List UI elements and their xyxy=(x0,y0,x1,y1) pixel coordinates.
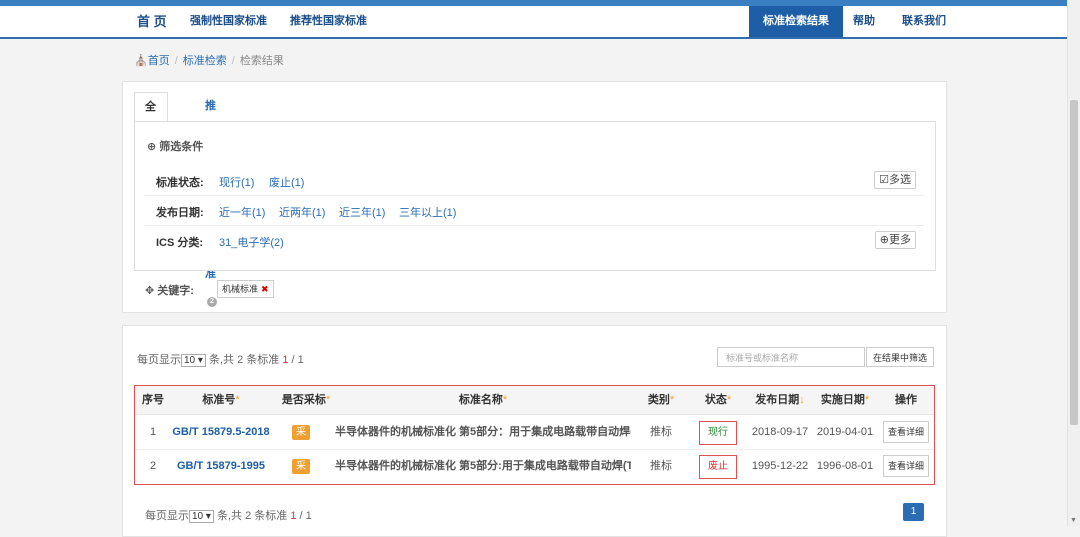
zoom-icon: ⊕ xyxy=(147,141,157,153)
scroll-down-arrow-icon[interactable]: ▼ xyxy=(1070,517,1077,524)
filter-option-ics-31[interactable]: 31_电子学(2) xyxy=(219,234,284,250)
home-icon: ⛪ xyxy=(134,55,148,67)
breadcrumb-search[interactable]: 标准检索 xyxy=(183,55,227,67)
std-name-link[interactable]: 半导体器件的机械标准化 第5部分：用于集成电路载带自动焊(T... xyxy=(335,415,631,449)
table-row: 1 GB/T 15879.5-2018 采 半导体器件的机械标准化 第5部分：用… xyxy=(135,415,934,450)
breadcrumb: ⛪首页 / 标准检索 / 检索结果 xyxy=(134,55,284,67)
page-size-select-bottom[interactable]: 10 ▾ xyxy=(189,510,214,523)
nav-home[interactable]: 首 页 xyxy=(137,6,167,37)
filter-row-ics: ICS 分类: 31_电子学(2) ⊕更多 xyxy=(144,226,924,255)
view-detail-button[interactable]: 查看详细 xyxy=(882,455,929,477)
filter-option-current[interactable]: 现行(1) xyxy=(219,174,254,190)
page-size-select[interactable]: 10 ▾ xyxy=(181,354,206,367)
nav-recommended-standards[interactable]: 推荐性国家标准 xyxy=(290,6,367,37)
view-detail-button[interactable]: 查看详细 xyxy=(882,421,929,443)
checkbox-icon: ☑ xyxy=(879,174,889,186)
more-button[interactable]: ⊕更多 xyxy=(874,231,916,249)
adopted-badge: 采 xyxy=(292,459,310,474)
breadcrumb-home[interactable]: ⛪首页 xyxy=(134,55,170,67)
nav-contact[interactable]: 联系我们 xyxy=(902,6,946,37)
filter-row-date: 发布日期: 近一年(1) 近两年(1) 近三年(1) 三年以上(1) xyxy=(144,196,924,226)
filter-option-2y[interactable]: 近两年(1) xyxy=(279,204,325,220)
scroll-thumb[interactable] xyxy=(1070,100,1078,425)
move-icon: ✥ xyxy=(145,285,155,297)
filter-in-results-button[interactable]: 在结果中筛选 xyxy=(866,347,934,367)
col-implement-date[interactable]: 实施日期* xyxy=(811,386,879,414)
col-std-no[interactable]: 标准号* xyxy=(171,386,271,414)
status-badge: 废止 xyxy=(699,455,737,479)
pager-bottom: 每页显示 10 ▾ 条,共 2 条标准 1 / 1 xyxy=(145,510,312,523)
tab-recommended[interactable]: 推荐性国家标准2 xyxy=(195,92,227,308)
result-search-input[interactable]: 标准号或标准名称 xyxy=(717,347,865,367)
status-badge: 现行 xyxy=(699,421,737,445)
filter-heading: ⊕ 筛选条件 xyxy=(147,141,204,153)
std-number-link[interactable]: GB/T 15879-1995 xyxy=(171,449,271,483)
keyword-label: ✥ 关键字: xyxy=(145,285,194,297)
col-publish-date[interactable]: 发布日期↓ xyxy=(749,386,811,414)
table-header: 序号 标准号* 是否采标* 标准名称* 类别* 状态* 发布日期↓ 实施日期* … xyxy=(135,386,934,415)
results-table: 序号 标准号* 是否采标* 标准名称* 类别* 状态* 发布日期↓ 实施日期* … xyxy=(134,385,935,485)
col-action: 操作 xyxy=(895,394,917,406)
current-page-number: 1 xyxy=(282,354,289,366)
multi-select-button[interactable]: ☑多选 xyxy=(874,171,916,189)
keyword-tag: 机械标准 ✖ xyxy=(217,280,274,298)
tab-all[interactable]: 全部2 xyxy=(134,92,168,169)
page-button-1[interactable]: 1 xyxy=(903,503,924,521)
pager-top: 每页显示 10 ▾ 条,共 2 条标准 1 / 1 xyxy=(137,354,304,367)
col-index: 序号 xyxy=(142,394,164,406)
nav-help[interactable]: 帮助 xyxy=(853,6,875,37)
remove-keyword-icon[interactable]: ✖ xyxy=(261,284,269,294)
nav-mandatory-standards[interactable]: 强制性国家标准 xyxy=(190,6,267,37)
std-number-link[interactable]: GB/T 15879.5-2018 xyxy=(171,415,271,449)
adopted-badge: 采 xyxy=(292,425,310,440)
filter-option-3y-plus[interactable]: 三年以上(1) xyxy=(399,204,456,220)
current-page-number-bottom: 1 xyxy=(290,510,297,522)
filter-option-obsolete[interactable]: 废止(1) xyxy=(269,174,304,190)
filter-option-3y[interactable]: 近三年(1) xyxy=(339,204,385,220)
std-name-link[interactable]: 半导体器件的机械标准化 第5部分:用于集成电路载带自动焊(T... xyxy=(335,449,631,483)
col-category[interactable]: 类别* xyxy=(635,386,687,414)
filter-row-status: 标准状态: 现行(1) 废止(1) ☑多选 xyxy=(144,166,924,196)
nav-search-results[interactable]: 标准检索结果 xyxy=(749,6,843,37)
page-scrollbar[interactable]: ▼ xyxy=(1067,0,1080,526)
top-navbar: 首 页 强制性国家标准 推荐性国家标准 标准检索结果 帮助 联系我们 xyxy=(0,6,1068,39)
filter-box: ⊕ 筛选条件 标准状态: 现行(1) 废止(1) ☑多选 发布日期: 近一年(1… xyxy=(134,121,936,271)
table-row: 2 GB/T 15879-1995 采 半导体器件的机械标准化 第5部分:用于集… xyxy=(135,449,934,483)
plus-circle-icon: ⊕ xyxy=(879,234,889,246)
breadcrumb-current: 检索结果 xyxy=(239,55,284,67)
col-name[interactable]: 标准名称* xyxy=(331,386,635,414)
col-status[interactable]: 状态* xyxy=(687,386,749,414)
filter-option-1y[interactable]: 近一年(1) xyxy=(219,204,265,220)
